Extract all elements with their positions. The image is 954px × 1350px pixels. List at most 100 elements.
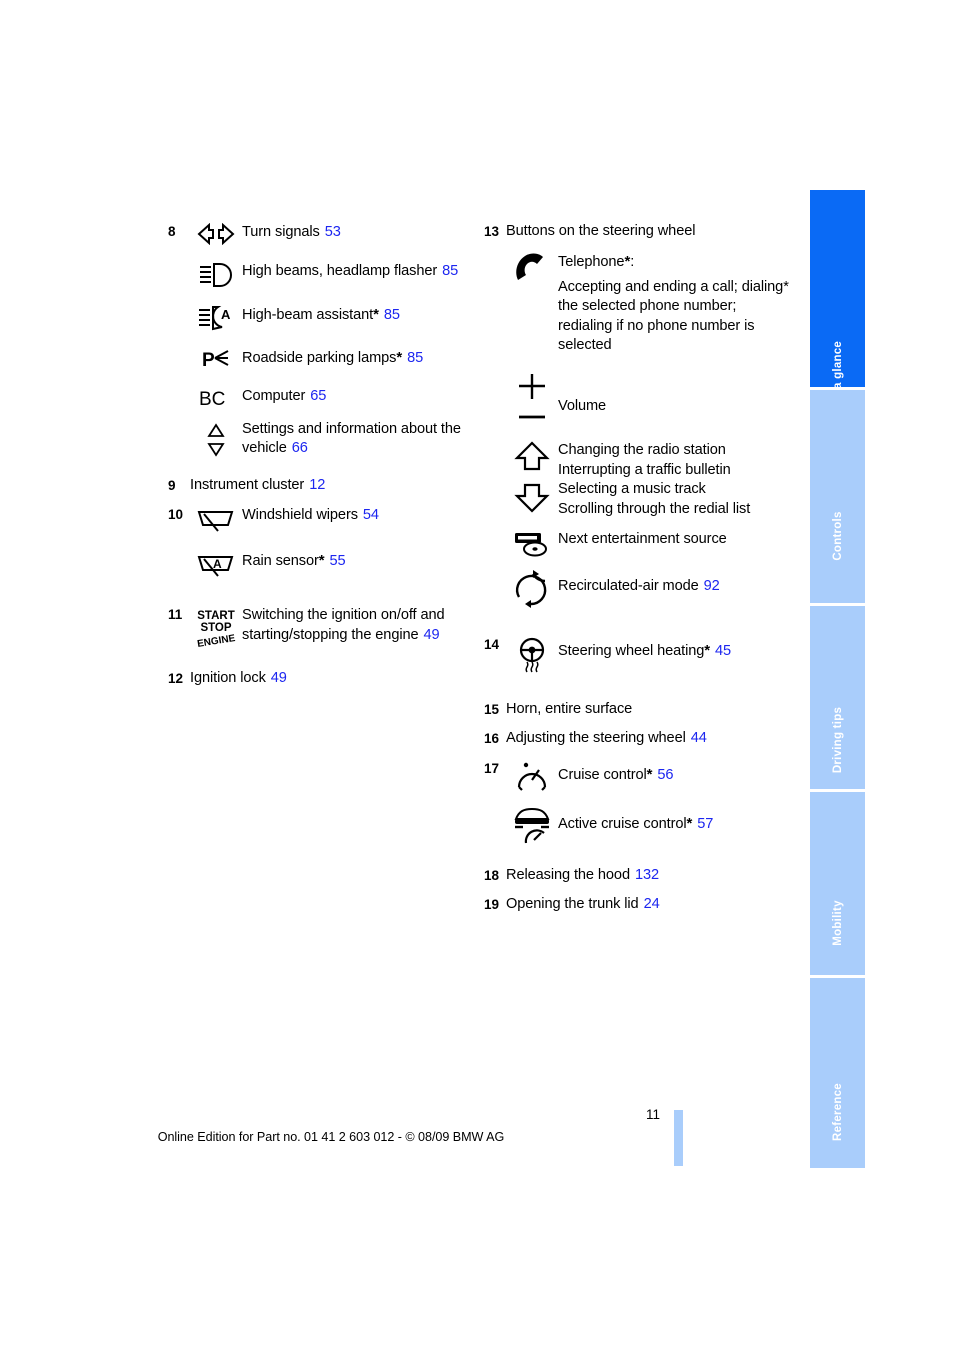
- active-cruise-control-icon: [506, 804, 558, 845]
- list-item: 13 Changing the radio station Interrupti…: [484, 440, 794, 519]
- cruise-control-icon: [506, 759, 558, 794]
- page-ref[interactable]: 49: [424, 627, 440, 643]
- item-number: 18: [484, 867, 500, 883]
- svg-text:START: START: [197, 610, 234, 622]
- item-number: 14: [484, 637, 500, 653]
- entry-label: Horn, entire surface: [506, 701, 633, 718]
- svg-text:ENGINE: ENGINE: [196, 633, 236, 648]
- start-stop-engine-icon: START STOP ENGINE: [190, 605, 242, 648]
- entry-text: Steering wheel heating: [558, 643, 705, 660]
- list-item: 10 A Rain sensor*55: [168, 550, 473, 579]
- list-item: 10 Windshield wipers 54: [168, 505, 473, 534]
- entry-label: Computer 65: [242, 386, 473, 406]
- entry-text: Ignition lock: [190, 670, 266, 687]
- option-asterisk: *: [686, 814, 693, 832]
- volume-plus-minus-icon: [506, 371, 558, 430]
- entry-text: Rain sensor: [242, 553, 319, 570]
- tab-controls[interactable]: Controls: [810, 390, 865, 606]
- tab-mobility[interactable]: Mobility: [810, 792, 865, 978]
- entry-label: Buttons on the steering wheel: [506, 223, 696, 239]
- entry-text: High-beam assistant: [242, 307, 374, 323]
- page-ref[interactable]: 65: [310, 388, 326, 404]
- page-ref[interactable]: 45: [715, 643, 731, 659]
- arrow-line: Interrupting a traffic bulletin: [558, 461, 731, 478]
- up-down-arrows-icon: [506, 440, 558, 513]
- option-asterisk: *: [373, 306, 379, 323]
- entry-label: High-beam assistant* 85: [242, 304, 473, 325]
- windshield-wipers-icon: [190, 505, 242, 534]
- entry-label: Adjusting the steering wheel 44: [506, 729, 794, 748]
- turn-signals-icon: [190, 222, 242, 245]
- page-ref[interactable]: 66: [292, 440, 308, 456]
- list-item: 8 High beams, headlamp flasher85: [168, 261, 473, 288]
- entry-label: Windshield wipers 54: [242, 505, 473, 525]
- page-ref[interactable]: 53: [325, 224, 341, 240]
- arrow-line: Scrolling through the redial list: [558, 500, 751, 517]
- steering-wheel-heating-icon: [506, 635, 558, 674]
- entry-label: Switching the ignition on/off and starti…: [242, 605, 473, 645]
- entry-label: Roadside parking lamps* 85: [242, 347, 473, 368]
- item-number: 11: [168, 607, 183, 623]
- page-ref[interactable]: 132: [635, 867, 659, 883]
- telephone-handset-icon: [506, 251, 558, 286]
- entry-text: Releasing the hood: [506, 866, 630, 883]
- option-asterisk: *: [646, 765, 653, 783]
- svg-text:A: A: [213, 557, 222, 571]
- page-ref[interactable]: 92: [704, 578, 720, 594]
- page-number-bar: [674, 1110, 683, 1166]
- tab-driving-tips[interactable]: Driving tips: [810, 606, 865, 792]
- item-number: 16: [484, 731, 500, 747]
- page-ref[interactable]: 56: [657, 767, 673, 783]
- entry-text: Windshield wipers: [242, 507, 358, 524]
- entry-text: Recirculated-air mode: [558, 578, 699, 595]
- item-number: 13: [484, 224, 500, 239]
- list-item: 14 Steering wheel heating* 45: [484, 635, 794, 674]
- tab-reference[interactable]: Reference: [810, 978, 865, 1168]
- manual-page: 8 Turn signals 53 8: [0, 0, 954, 1350]
- section-tab-strip: At a glance Controls Driving tips Mobili…: [810, 190, 865, 1171]
- list-item: 13 Buttons on the steering wheel: [484, 222, 794, 241]
- entry-text: High beams, headlamp flasher: [242, 263, 438, 279]
- entry-text: Cruise control: [558, 766, 647, 783]
- entry-label: Settings and information about the vehic…: [242, 419, 473, 459]
- page-ref[interactable]: 12: [309, 477, 325, 493]
- page-ref[interactable]: 57: [697, 816, 713, 832]
- list-item: 17 Cruise control* 56: [484, 759, 794, 794]
- list-item: 8 BC Computer65: [168, 386, 473, 409]
- list-item: 18 Releasing the hood 132: [484, 866, 794, 885]
- entry-text: Volume: [558, 398, 607, 415]
- list-item: 9 Instrument cluster 12: [168, 476, 473, 495]
- list-item: 8 Settings and information about the veh…: [168, 419, 473, 460]
- svg-text:A: A: [221, 307, 231, 322]
- page-ref[interactable]: 85: [407, 350, 423, 366]
- tab-label: Reference: [831, 1083, 844, 1141]
- high-beam-assistant-icon: A: [190, 304, 242, 331]
- entry-label: Telephone*: Accepting and ending a call;…: [558, 251, 794, 355]
- arrow-line: Changing the radio station: [558, 442, 726, 459]
- list-item: 11 START STOP ENGINE Switching the ignit…: [168, 605, 473, 648]
- entry-text: Adjusting the steering wheel: [506, 730, 686, 747]
- page-ref[interactable]: 55: [330, 553, 346, 569]
- svg-text:STOP: STOP: [200, 622, 231, 634]
- recirculated-air-icon: [506, 568, 558, 609]
- page-ref[interactable]: 24: [644, 896, 660, 912]
- roadside-parking-lamps-icon: P: [190, 347, 242, 370]
- entry-text: Active cruise control: [558, 815, 687, 832]
- item-number: 15: [484, 702, 500, 718]
- page-ref[interactable]: 85: [384, 307, 400, 323]
- list-item: 13 Recirculated-air mode92: [484, 568, 794, 609]
- item-number: 9: [168, 478, 176, 493]
- page-ref[interactable]: 54: [363, 507, 379, 523]
- page-ref[interactable]: 49: [271, 670, 287, 686]
- entry-label: Volume: [558, 371, 794, 416]
- page-ref[interactable]: 44: [691, 730, 707, 746]
- item-number: 8: [168, 224, 176, 239]
- tab-at-a-glance[interactable]: At a glance: [810, 190, 865, 405]
- page-ref[interactable]: 85: [442, 263, 458, 279]
- high-beams-icon: [190, 261, 242, 288]
- list-item: 8 A High-beam assistant*85: [168, 304, 473, 331]
- entry-label: Rain sensor* 55: [242, 550, 473, 571]
- list-item: 8 Turn signals 53: [168, 222, 473, 245]
- entry-text: Telephone: [558, 254, 625, 271]
- entry-text: Opening the trunk lid: [506, 896, 639, 913]
